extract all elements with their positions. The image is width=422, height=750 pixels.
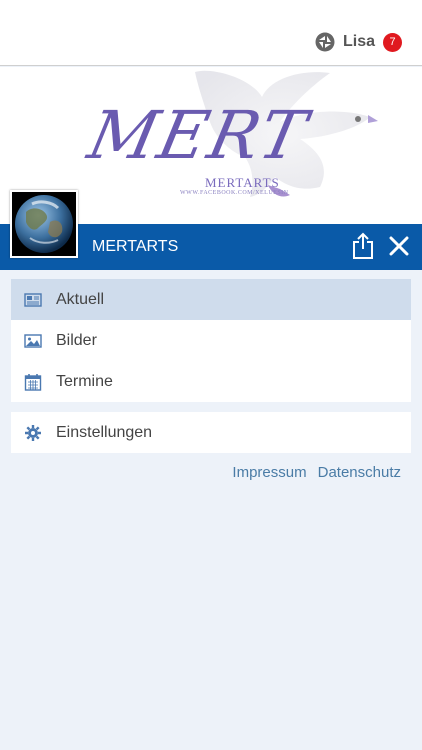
image-icon [24,333,42,348]
calendar-icon [24,373,42,391]
notification-badge[interactable]: 7 [383,32,402,52]
close-icon[interactable] [388,235,410,257]
menu-item-einstellungen[interactable]: Einstellungen [11,412,411,453]
menu-item-label: Aktuell [56,290,105,308]
datenschutz-link[interactable]: Datenschutz [318,464,401,481]
share-icon[interactable] [350,231,376,261]
newspaper-icon [24,292,42,307]
menu-item-bilder[interactable]: Bilder [11,320,411,361]
footer-links: Impressum Datenschutz [232,464,401,481]
menu-item-termine[interactable]: Termine [11,361,411,402]
top-bar: Lisa 7 [0,0,422,66]
banner-logo-text: MERT [81,97,315,174]
menu-item-label: Einstellungen [56,423,153,441]
settings-menu: Einstellungen [11,412,411,453]
user-name[interactable]: Lisa [343,33,375,51]
app-logo-icon [315,32,335,52]
menu-item-aktuell[interactable]: Aktuell [11,279,411,320]
banner-logo-url: WWW.FACEBOOK.COM/XELUESIN [180,190,289,196]
impressum-link[interactable]: Impressum [232,464,306,481]
earth-icon [12,192,76,256]
avatar[interactable] [10,190,78,258]
user-menu[interactable]: Lisa 7 [315,32,402,52]
main-menu: Aktuell Bilder Termine [11,279,411,402]
menu-item-label: Termine [56,372,113,390]
app-title: MERTARTS [92,238,179,255]
gear-icon [25,424,41,441]
banner-logo-subtitle: MERTARTS [205,175,280,190]
menu-item-label: Bilder [56,331,97,349]
